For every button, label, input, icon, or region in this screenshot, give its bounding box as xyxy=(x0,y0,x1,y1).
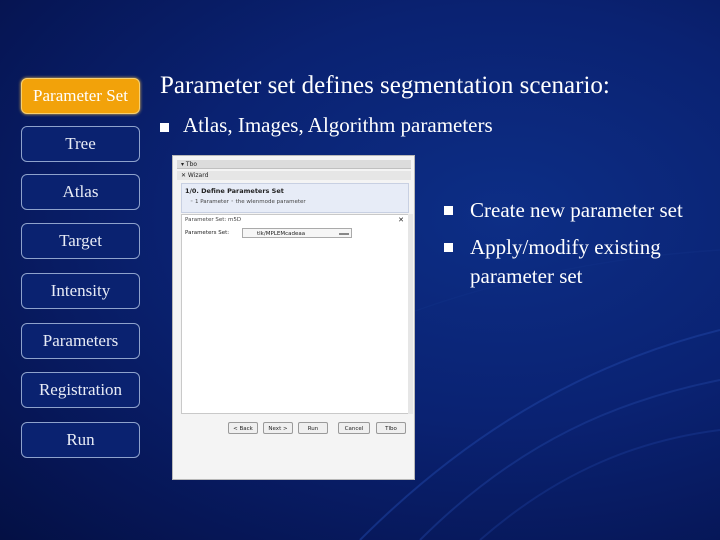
nav-item-atlas[interactable]: Atlas xyxy=(21,174,140,210)
back-button[interactable]: < Back xyxy=(228,422,258,434)
close-icon[interactable]: ✕ xyxy=(398,216,404,224)
cancel-button[interactable]: Cancel xyxy=(338,422,370,434)
nav-item-run[interactable]: Run xyxy=(21,422,140,458)
nav-item-parameter-set[interactable]: Parameter Set xyxy=(21,78,140,114)
nav-item-intensity[interactable]: Intensity xyxy=(21,273,140,309)
pane-header: Parameter Set: m5D xyxy=(185,217,242,223)
nav-item-target[interactable]: Target xyxy=(21,223,140,259)
nav-item-parameters[interactable]: Parameters xyxy=(21,323,140,359)
dropdown-icon xyxy=(339,233,349,235)
step-options: ◦ 1 Parameter ◦ the wlenmode parameter xyxy=(190,199,306,205)
parameters-set-value: tlk/MPLEMcadeaa xyxy=(257,231,306,237)
nav-item-registration[interactable]: Registration xyxy=(21,372,140,408)
subtitle-text: Atlas, Images, Algorithm parameters xyxy=(183,113,493,137)
bullet-square-icon xyxy=(444,206,453,215)
bullet-square-icon xyxy=(444,243,453,252)
list-item: Apply/modify existing parameter set xyxy=(444,233,704,291)
tool-bar: ▾ Tbo xyxy=(177,160,411,169)
wizard-button-row: < Back Next > Run Cancel Tlbo xyxy=(228,422,408,434)
wizard-screenshot: ▾ Tbo ✕ Wizard 1/0. Define Parameters Se… xyxy=(172,155,415,480)
step-title: 1/0. Define Parameters Set xyxy=(185,187,284,195)
nav-item-tree[interactable]: Tree xyxy=(21,126,140,162)
wizard-bar: ✕ Wizard xyxy=(177,171,411,180)
parameters-set-select[interactable]: tlk/MPLEMcadeaa xyxy=(242,228,352,238)
list-item: Create new parameter set xyxy=(444,196,704,225)
slide-subtitle: Atlas, Images, Algorithm parameters xyxy=(160,113,493,138)
scrollbar[interactable] xyxy=(408,214,413,414)
slide-title: Parameter set defines segmentation scena… xyxy=(160,72,610,99)
parameter-pane: Parameter Set: m5D ✕ Parameters Set: tlk… xyxy=(181,214,409,414)
bullet-square-icon xyxy=(160,122,169,132)
wizard-step-header: 1/0. Define Parameters Set ◦ 1 Parameter… xyxy=(181,183,409,213)
bullet-text: Create new parameter set xyxy=(470,198,683,222)
next-button[interactable]: Next > xyxy=(263,422,293,434)
parameters-set-label: Parameters Set: xyxy=(185,230,230,236)
bullet-text: Apply/modify existing parameter set xyxy=(470,235,661,288)
run-button[interactable]: Run xyxy=(298,422,328,434)
bullet-list: Create new parameter set Apply/modify ex… xyxy=(444,196,704,299)
tlbo-button[interactable]: Tlbo xyxy=(376,422,406,434)
